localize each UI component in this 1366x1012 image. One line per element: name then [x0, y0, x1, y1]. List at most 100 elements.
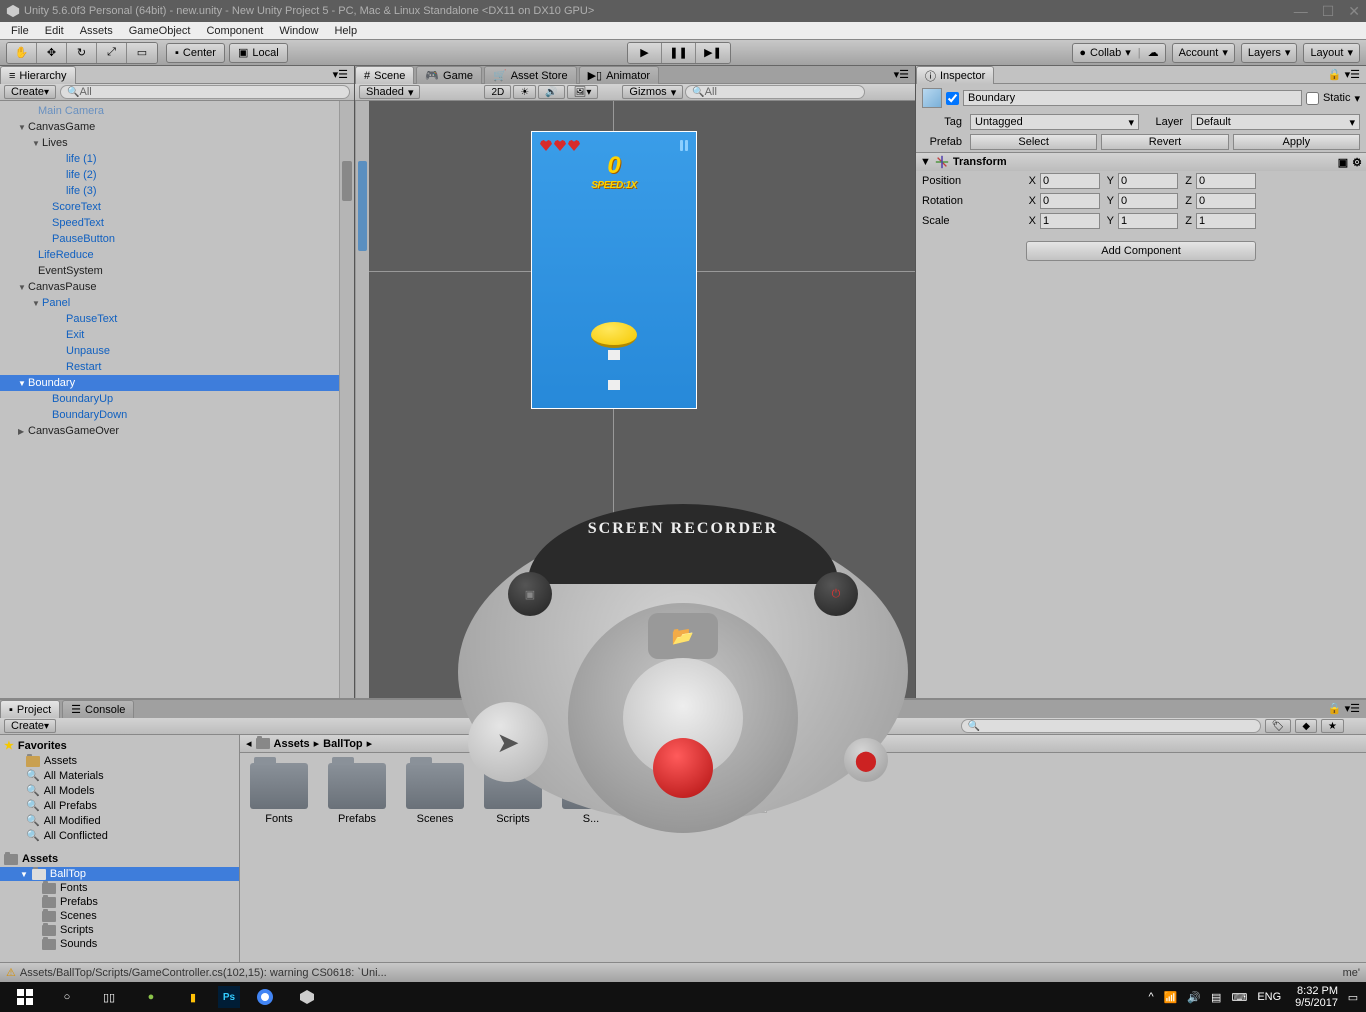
keyboard-icon[interactable]: ⌨	[1231, 991, 1247, 1004]
hierarchy-create-button[interactable]: Create ▾	[4, 85, 56, 99]
rotation-y-input[interactable]	[1118, 193, 1178, 209]
hierarchy-item[interactable]: life (2)	[0, 167, 354, 183]
task-view-button[interactable]: ▯▯	[88, 982, 130, 1012]
scale-x-input[interactable]	[1040, 213, 1100, 229]
position-z-input[interactable]	[1196, 173, 1256, 189]
prefab-apply-button[interactable]: Apply	[1233, 134, 1360, 150]
inspector-tab[interactable]: ⓘInspector	[916, 66, 994, 84]
lighting-toggle[interactable]: ☀	[513, 85, 536, 99]
hierarchy-item[interactable]: Restart	[0, 359, 354, 375]
window-maximize-button[interactable]: ☐	[1322, 3, 1335, 20]
volume-icon[interactable]: 🔊	[1187, 991, 1201, 1004]
system-tray[interactable]: ^ 📶 🔊 ▤ ⌨ ENG	[1140, 991, 1289, 1004]
hierarchy-tree[interactable]: Main Camera▼CanvasGame▼Liveslife (1)life…	[0, 101, 354, 698]
asset-item[interactable]: ...ug	[640, 763, 698, 825]
project-breadcrumb[interactable]: ◂ Assets ▸ BallTop ▸	[240, 735, 1366, 753]
pivot-center-button[interactable]: ▪Center	[166, 43, 225, 63]
search-filter-button[interactable]: 🏷	[1265, 719, 1292, 733]
notification-button[interactable]: ▭	[1344, 982, 1362, 1012]
asset-item[interactable]: S...	[562, 763, 620, 825]
asset-item[interactable]: Prefabs	[328, 763, 386, 825]
scene-tab[interactable]: #Scene	[355, 66, 414, 84]
taskbar-clock[interactable]: 8:32 PM 9/5/2017	[1289, 985, 1344, 1009]
asset-grid[interactable]: Fonts Prefabs Scenes Scripts S... ...ug	[240, 753, 1366, 962]
layer-dropdown[interactable]: Default▾	[1191, 114, 1360, 130]
hierarchy-item[interactable]: ▼Panel	[0, 295, 354, 311]
hierarchy-item[interactable]: ▼Lives	[0, 135, 354, 151]
account-dropdown[interactable]: Account▾	[1172, 43, 1235, 63]
project-folder[interactable]: Fonts	[0, 881, 239, 895]
search-save-button[interactable]: ★	[1321, 719, 1344, 733]
component-help-icon[interactable]: ▣	[1338, 156, 1348, 169]
hierarchy-item[interactable]: ▼CanvasPause	[0, 279, 354, 295]
hierarchy-item[interactable]: EventSystem	[0, 263, 354, 279]
menu-gameobject[interactable]: GameObject	[122, 24, 198, 38]
assets-header[interactable]: Assets	[0, 851, 239, 867]
favorites-header[interactable]: ★Favorites	[0, 737, 239, 754]
hierarchy-item[interactable]: ▼CanvasGame	[0, 119, 354, 135]
tray-chevron-icon[interactable]: ^	[1148, 991, 1153, 1003]
hand-tool-button[interactable]: ✋	[7, 43, 37, 63]
asset-item[interactable]: Scenes	[406, 763, 464, 825]
panel-menu-icon[interactable]: ▾☰	[327, 66, 354, 83]
scale-tool-button[interactable]: ⤢	[97, 43, 127, 63]
position-x-input[interactable]	[1040, 173, 1100, 189]
scale-y-input[interactable]	[1118, 213, 1178, 229]
hierarchy-item[interactable]: ▼Boundary	[0, 375, 354, 391]
add-component-button[interactable]: Add Component	[1026, 241, 1256, 261]
project-folder[interactable]: Prefabs	[0, 895, 239, 909]
gameobject-name-input[interactable]	[963, 90, 1302, 106]
hierarchy-tab[interactable]: ≡Hierarchy	[0, 66, 76, 84]
asset-item[interactable]: Fonts	[250, 763, 308, 825]
hierarchy-item[interactable]: PauseButton	[0, 231, 354, 247]
transform-component-header[interactable]: ▼ Transform ▣ ⚙	[916, 153, 1366, 171]
cortana-button[interactable]: ○	[46, 982, 88, 1012]
project-folder[interactable]: Scripts	[0, 923, 239, 937]
project-folder[interactable]: Scenes	[0, 909, 239, 923]
hierarchy-item[interactable]: PauseText	[0, 311, 354, 327]
hierarchy-item[interactable]: Exit	[0, 327, 354, 343]
menu-window[interactable]: Window	[272, 24, 325, 38]
step-button[interactable]: ▶❚	[696, 43, 730, 63]
menu-assets[interactable]: Assets	[73, 24, 120, 38]
menu-component[interactable]: Component	[199, 24, 270, 38]
move-tool-button[interactable]: ✥	[37, 43, 67, 63]
asset-store-tab[interactable]: 🛒Asset Store	[484, 66, 577, 84]
project-sidebar[interactable]: ★Favorites Assets🔍All Materials🔍All Mode…	[0, 735, 240, 962]
prefab-revert-button[interactable]: Revert	[1101, 134, 1228, 150]
panel-menu-icon[interactable]: ▾☰	[888, 66, 915, 83]
lock-icon[interactable]: 🔒 ▾☰	[1322, 66, 1366, 83]
hierarchy-item[interactable]: life (3)	[0, 183, 354, 199]
pause-button[interactable]: ❚❚	[662, 43, 696, 63]
hierarchy-item[interactable]: ▶CanvasGameOver	[0, 423, 354, 439]
asset-item[interactable]: Scripts	[484, 763, 542, 825]
scene-canvas[interactable]: 0 SPEED:1X	[355, 101, 915, 698]
favorite-item[interactable]: 🔍All Conflicted	[0, 828, 239, 843]
position-y-input[interactable]	[1118, 173, 1178, 189]
hierarchy-search-input[interactable]: 🔍All	[60, 85, 350, 99]
search-type-button[interactable]: ◆	[1295, 719, 1317, 733]
2d-toggle-button[interactable]: 2D	[484, 85, 511, 99]
layout-dropdown[interactable]: Layout▾	[1303, 43, 1360, 63]
window-minimize-button[interactable]: —	[1294, 3, 1308, 20]
game-tab[interactable]: 🎮Game	[416, 66, 482, 84]
favorite-item[interactable]: 🔍All Prefabs	[0, 798, 239, 813]
language-indicator[interactable]: ENG	[1257, 991, 1281, 1003]
wifi-icon[interactable]: 📶	[1164, 991, 1178, 1004]
hierarchy-item[interactable]: BoundaryUp	[0, 391, 354, 407]
project-search-input[interactable]: 🔍	[961, 719, 1261, 733]
hierarchy-item[interactable]: SpeedText	[0, 215, 354, 231]
gameobject-active-checkbox[interactable]	[946, 92, 959, 105]
fx-toggle[interactable]: 🖼▾	[567, 85, 599, 99]
hierarchy-scrollbar[interactable]	[339, 101, 354, 698]
prefab-select-button[interactable]: Select	[970, 134, 1097, 150]
notes-icon[interactable]: ▤	[1211, 991, 1221, 1004]
favorite-item[interactable]: 🔍All Materials	[0, 768, 239, 783]
hierarchy-item[interactable]: LifeReduce	[0, 247, 354, 263]
lock-icon[interactable]: 🔒 ▾☰	[1322, 700, 1366, 718]
menu-edit[interactable]: Edit	[38, 24, 71, 38]
asset-item[interactable]	[718, 763, 776, 817]
hierarchy-item[interactable]: Main Camera	[0, 103, 354, 119]
rect-tool-button[interactable]: ▭	[127, 43, 157, 63]
taskbar-app-photoshop[interactable]: Ps	[218, 986, 240, 1008]
